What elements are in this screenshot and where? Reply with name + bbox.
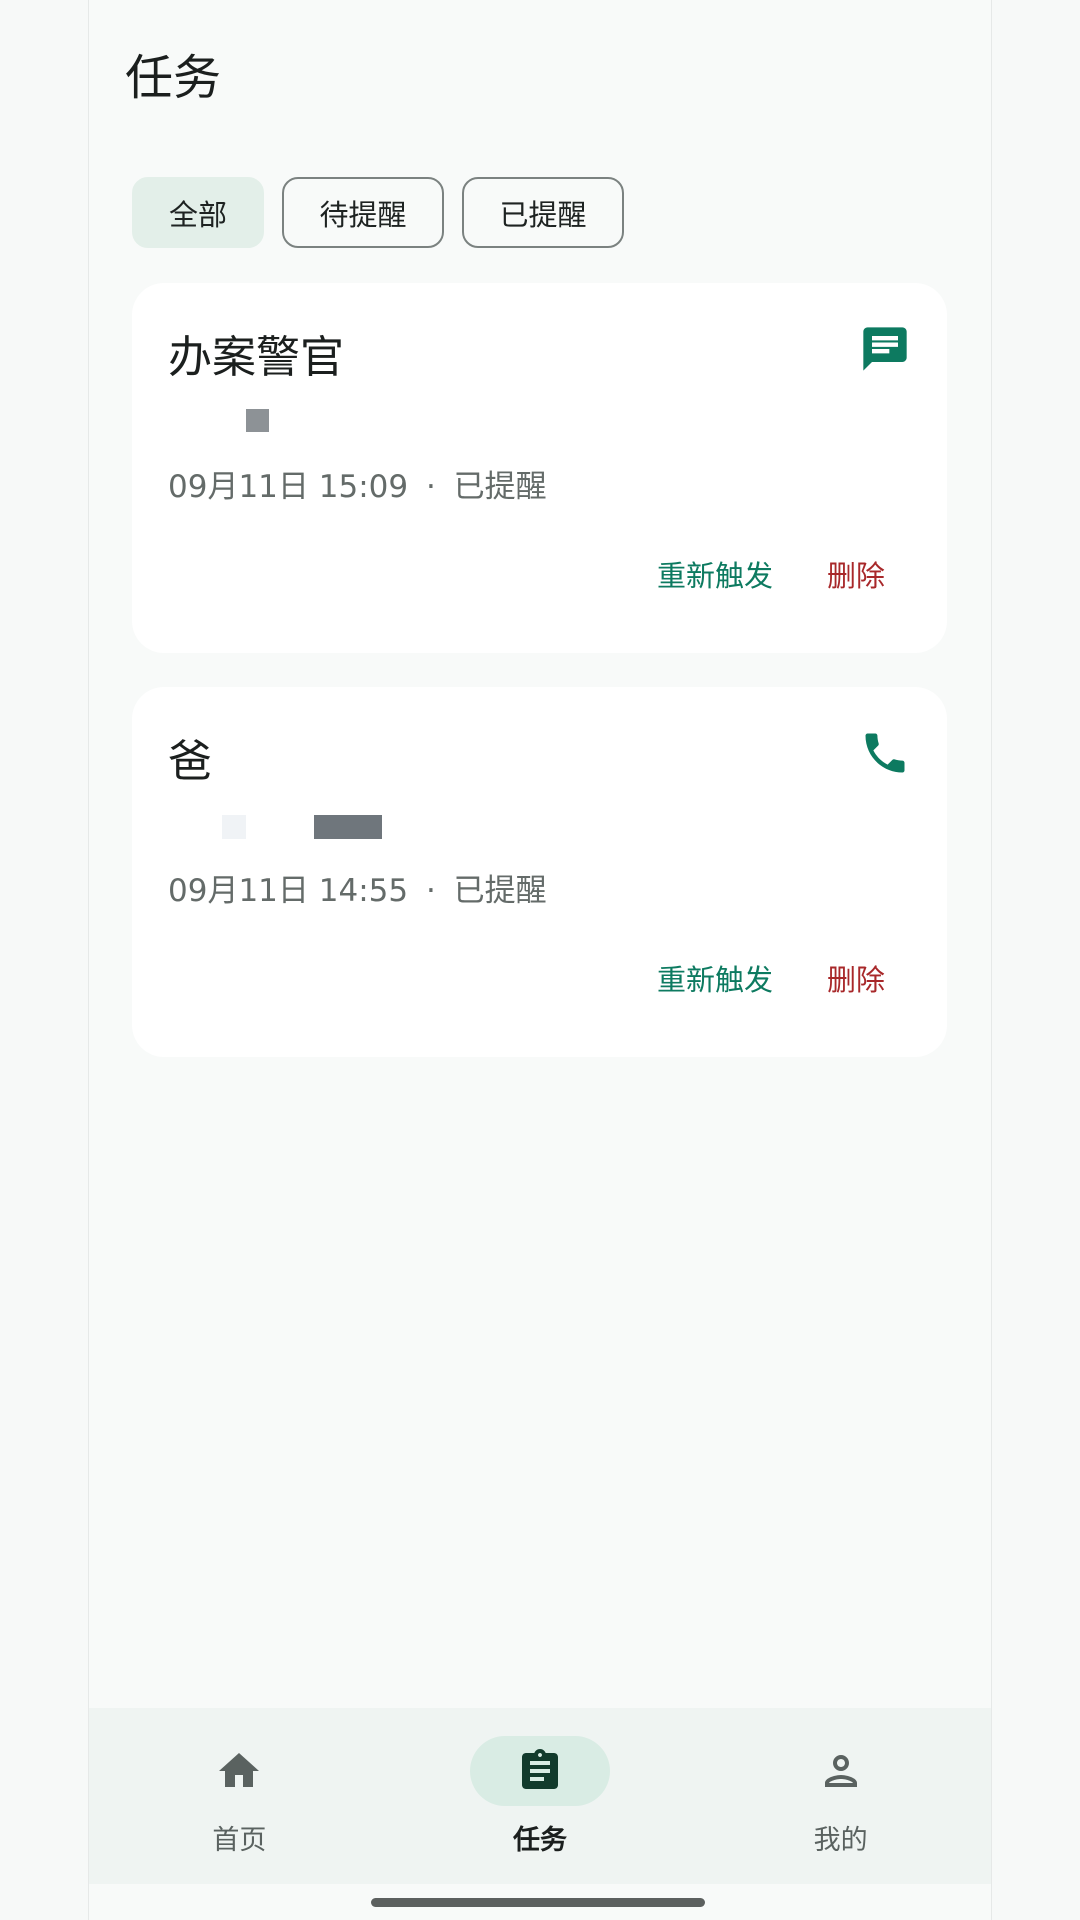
task-actions: 重新触发 删除 xyxy=(657,957,885,999)
task-contact-name: 爸 xyxy=(168,736,212,787)
retrigger-button[interactable]: 重新触发 xyxy=(657,553,773,595)
person-icon xyxy=(824,1755,857,1787)
filter-chip-done[interactable]: 已提醒 xyxy=(462,177,624,248)
task-contact-name: 办案警官 xyxy=(168,332,344,383)
task-actions: 重新触发 删除 xyxy=(657,553,885,595)
task-card[interactable]: 爸 09月11日 14:55 · 已提醒 重新触发 删除 xyxy=(132,687,947,1057)
redacted-block xyxy=(314,815,382,839)
task-meta: 09月11日 15:09 · 已提醒 xyxy=(168,461,547,506)
task-time: 09月11日 14:55 xyxy=(168,873,409,909)
delete-button[interactable]: 删除 xyxy=(827,957,885,999)
nav-label-tasks: 任务 xyxy=(513,1825,567,1856)
meta-separator: · xyxy=(425,873,436,909)
task-status: 已提醒 xyxy=(453,873,547,909)
nav-label-mine: 我的 xyxy=(813,1825,868,1856)
nav-item-home[interactable]: 首页 xyxy=(89,1708,390,1884)
clipboard-icon xyxy=(522,1749,558,1789)
redacted-block xyxy=(246,409,269,432)
home-indicator[interactable] xyxy=(371,1898,705,1907)
meta-separator: · xyxy=(425,469,436,505)
bottom-navigation: 首页 任务 我的 xyxy=(89,1708,991,1884)
page-title: 任务 xyxy=(125,50,222,106)
filter-chips: 全部 待提醒 已提醒 xyxy=(132,177,624,248)
nav-item-mine[interactable]: 我的 xyxy=(690,1708,991,1884)
task-time: 09月11日 15:09 xyxy=(168,469,409,505)
task-card[interactable]: 办案警官 09月11日 15:09 · 已提醒 重新触发 删除 xyxy=(132,283,947,653)
retrigger-button[interactable]: 重新触发 xyxy=(657,957,773,999)
nav-pill xyxy=(771,1736,911,1806)
nav-label-home: 首页 xyxy=(212,1825,267,1856)
nav-pill-active xyxy=(470,1736,610,1806)
filter-chip-all[interactable]: 全部 xyxy=(132,177,264,248)
nav-item-tasks[interactable]: 任务 xyxy=(390,1708,691,1884)
message-icon xyxy=(863,327,907,371)
phone-icon xyxy=(865,733,905,773)
nav-pill xyxy=(169,1736,309,1806)
delete-button[interactable]: 删除 xyxy=(827,553,885,595)
task-status: 已提醒 xyxy=(453,469,547,505)
filter-chip-pending[interactable]: 待提醒 xyxy=(282,177,444,248)
redacted-block xyxy=(222,815,246,839)
home-icon xyxy=(219,1753,260,1787)
task-meta: 09月11日 14:55 · 已提醒 xyxy=(168,865,547,910)
